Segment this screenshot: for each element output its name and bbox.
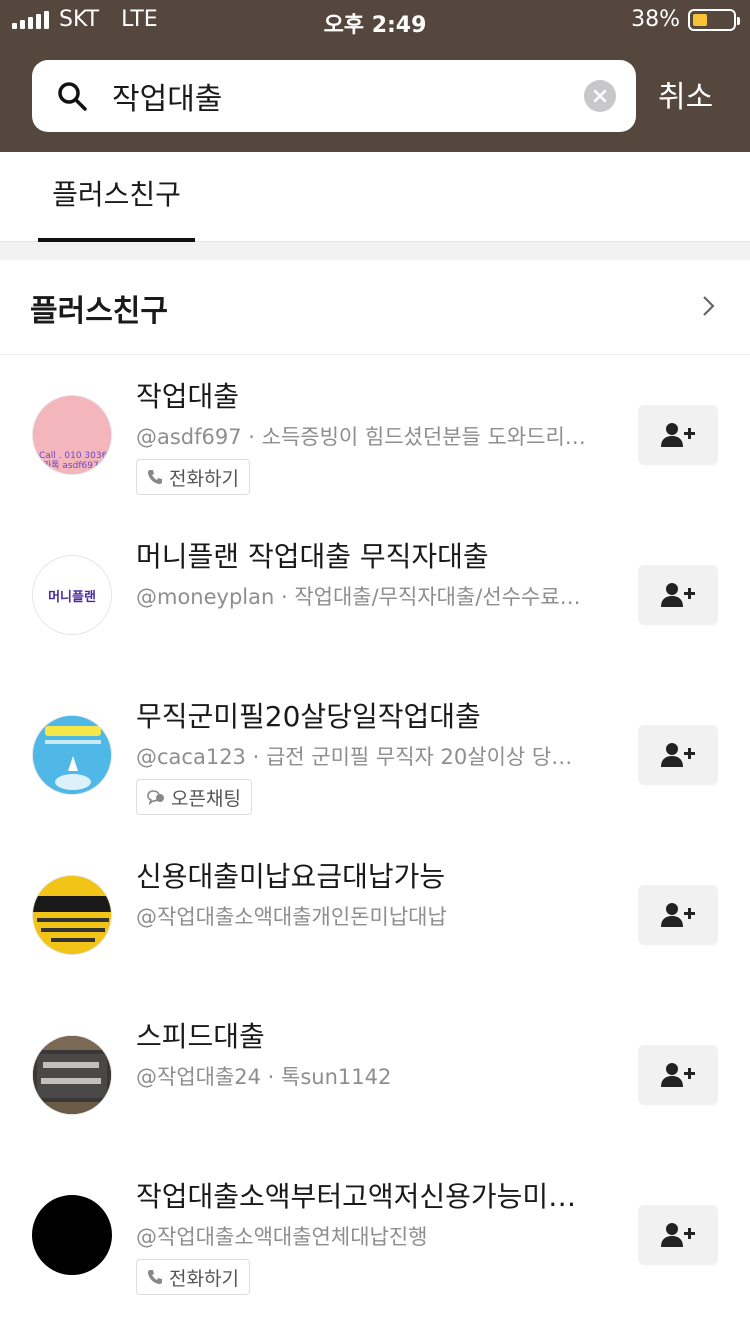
add-friend-icon <box>661 903 695 927</box>
tag-label: 오픈채팅 <box>171 787 241 810</box>
add-friend-icon <box>661 423 695 447</box>
call-tag[interactable]: 전화하기 <box>136 459 250 495</box>
battery-icon <box>688 8 740 31</box>
tag-label: 전화하기 <box>169 467 239 490</box>
tab-plus-friend[interactable]: 플러스친구 <box>38 152 195 242</box>
item-name: 신용대출미납요금대납가능 <box>136 860 446 893</box>
add-friend-button[interactable] <box>638 885 718 945</box>
item-name: 스피드대출 <box>136 1020 265 1053</box>
clear-search-button[interactable] <box>584 80 616 112</box>
item-name: 무직군미필20살당일작업대출 <box>136 700 481 733</box>
avatar-logo-text: 머니플랜 <box>48 589 96 605</box>
item-subtitle: @moneyplan · 작업대출/무직자대출/선수수료… <box>136 585 581 609</box>
avatar <box>32 1035 112 1115</box>
add-friend-button[interactable] <box>638 565 718 625</box>
tag-label: 전화하기 <box>169 1267 239 1290</box>
search-input[interactable] <box>112 60 572 132</box>
avatar <box>32 715 112 795</box>
item-subtitle: @caca123 · 급전 군미필 무직자 20살이상 당… <box>136 745 573 769</box>
list-item[interactable]: Call . 010 3036 카톡 asdf697 작업대출 @asdf697 … <box>0 355 750 515</box>
add-friend-button[interactable] <box>638 725 718 785</box>
section-title: 플러스친구 <box>30 294 168 329</box>
item-subtitle: @asdf697 · 소득증빙이 힘드셨던분들 도와드리… <box>136 425 586 449</box>
list-item[interactable]: 스피드대출 @작업대출24 · 톡sun1142 <box>0 995 750 1155</box>
open-chat-tag[interactable]: 오픈채팅 <box>136 779 252 815</box>
item-subtitle: @작업대출소액대출연체대납진행 <box>136 1225 428 1249</box>
section-divider <box>0 242 750 260</box>
svg-text:Call . 010 3036: Call . 010 3036 <box>39 451 108 461</box>
cancel-button[interactable]: 취소 <box>658 72 713 116</box>
item-name: 작업대출 <box>136 380 240 413</box>
close-icon <box>593 89 607 103</box>
item-subtitle: @작업대출24 · 톡sun1142 <box>136 1065 392 1089</box>
battery-percent: 38% <box>631 7 680 32</box>
search-icon <box>58 82 87 111</box>
section-header[interactable]: 플러스친구 <box>0 260 750 355</box>
add-friend-icon <box>661 583 695 607</box>
list-item[interactable]: 무직군미필20살당일작업대출 @caca123 · 급전 군미필 무직자 20살… <box>0 675 750 835</box>
tab-label: 플러스친구 <box>52 178 181 211</box>
add-friend-button[interactable] <box>638 1205 718 1265</box>
phone-icon <box>148 470 162 484</box>
list-item[interactable]: 신용대출미납요금대납가능 @작업대출소액대출개인돈미납대납 <box>0 835 750 995</box>
add-friend-button[interactable] <box>638 405 718 465</box>
item-subtitle: @작업대출소액대출개인돈미납대납 <box>136 905 447 929</box>
chevron-right-icon <box>703 296 715 316</box>
call-tag[interactable]: 전화하기 <box>136 1259 250 1295</box>
svg-text:카톡 asdf697: 카톡 asdf697 <box>43 460 99 471</box>
list-item[interactable]: 머니플랜 머니플랜 작업대출 무직자대출 @moneyplan · 작업대출/무… <box>0 515 750 675</box>
item-name: 머니플랜 작업대출 무직자대출 <box>136 540 489 573</box>
add-friend-icon <box>661 1063 695 1087</box>
avatar <box>32 1195 112 1275</box>
avatar: 머니플랜 <box>32 555 112 635</box>
add-friend-icon <box>661 743 695 767</box>
tab-bar: 플러스친구 <box>0 152 750 242</box>
avatar: Call . 010 3036 카톡 asdf697 <box>32 395 112 475</box>
top-bar: SKT LTE 오후 2:49 38% 취소 <box>0 0 750 152</box>
avatar <box>32 875 112 955</box>
chat-bubble-icon <box>147 790 164 805</box>
phone-icon <box>148 1270 162 1284</box>
result-list: Call . 010 3036 카톡 asdf697 작업대출 @asdf697 … <box>0 355 750 1315</box>
list-item[interactable]: 작업대출소액부터고액저신용가능미… @작업대출소액대출연체대납진행 전화하기 <box>0 1155 750 1315</box>
add-friend-button[interactable] <box>638 1045 718 1105</box>
item-name: 작업대출소액부터고액저신용가능미… <box>136 1180 577 1213</box>
search-bar <box>32 60 636 132</box>
status-bar: SKT LTE 오후 2:49 38% <box>0 0 750 42</box>
add-friend-icon <box>661 1223 695 1247</box>
